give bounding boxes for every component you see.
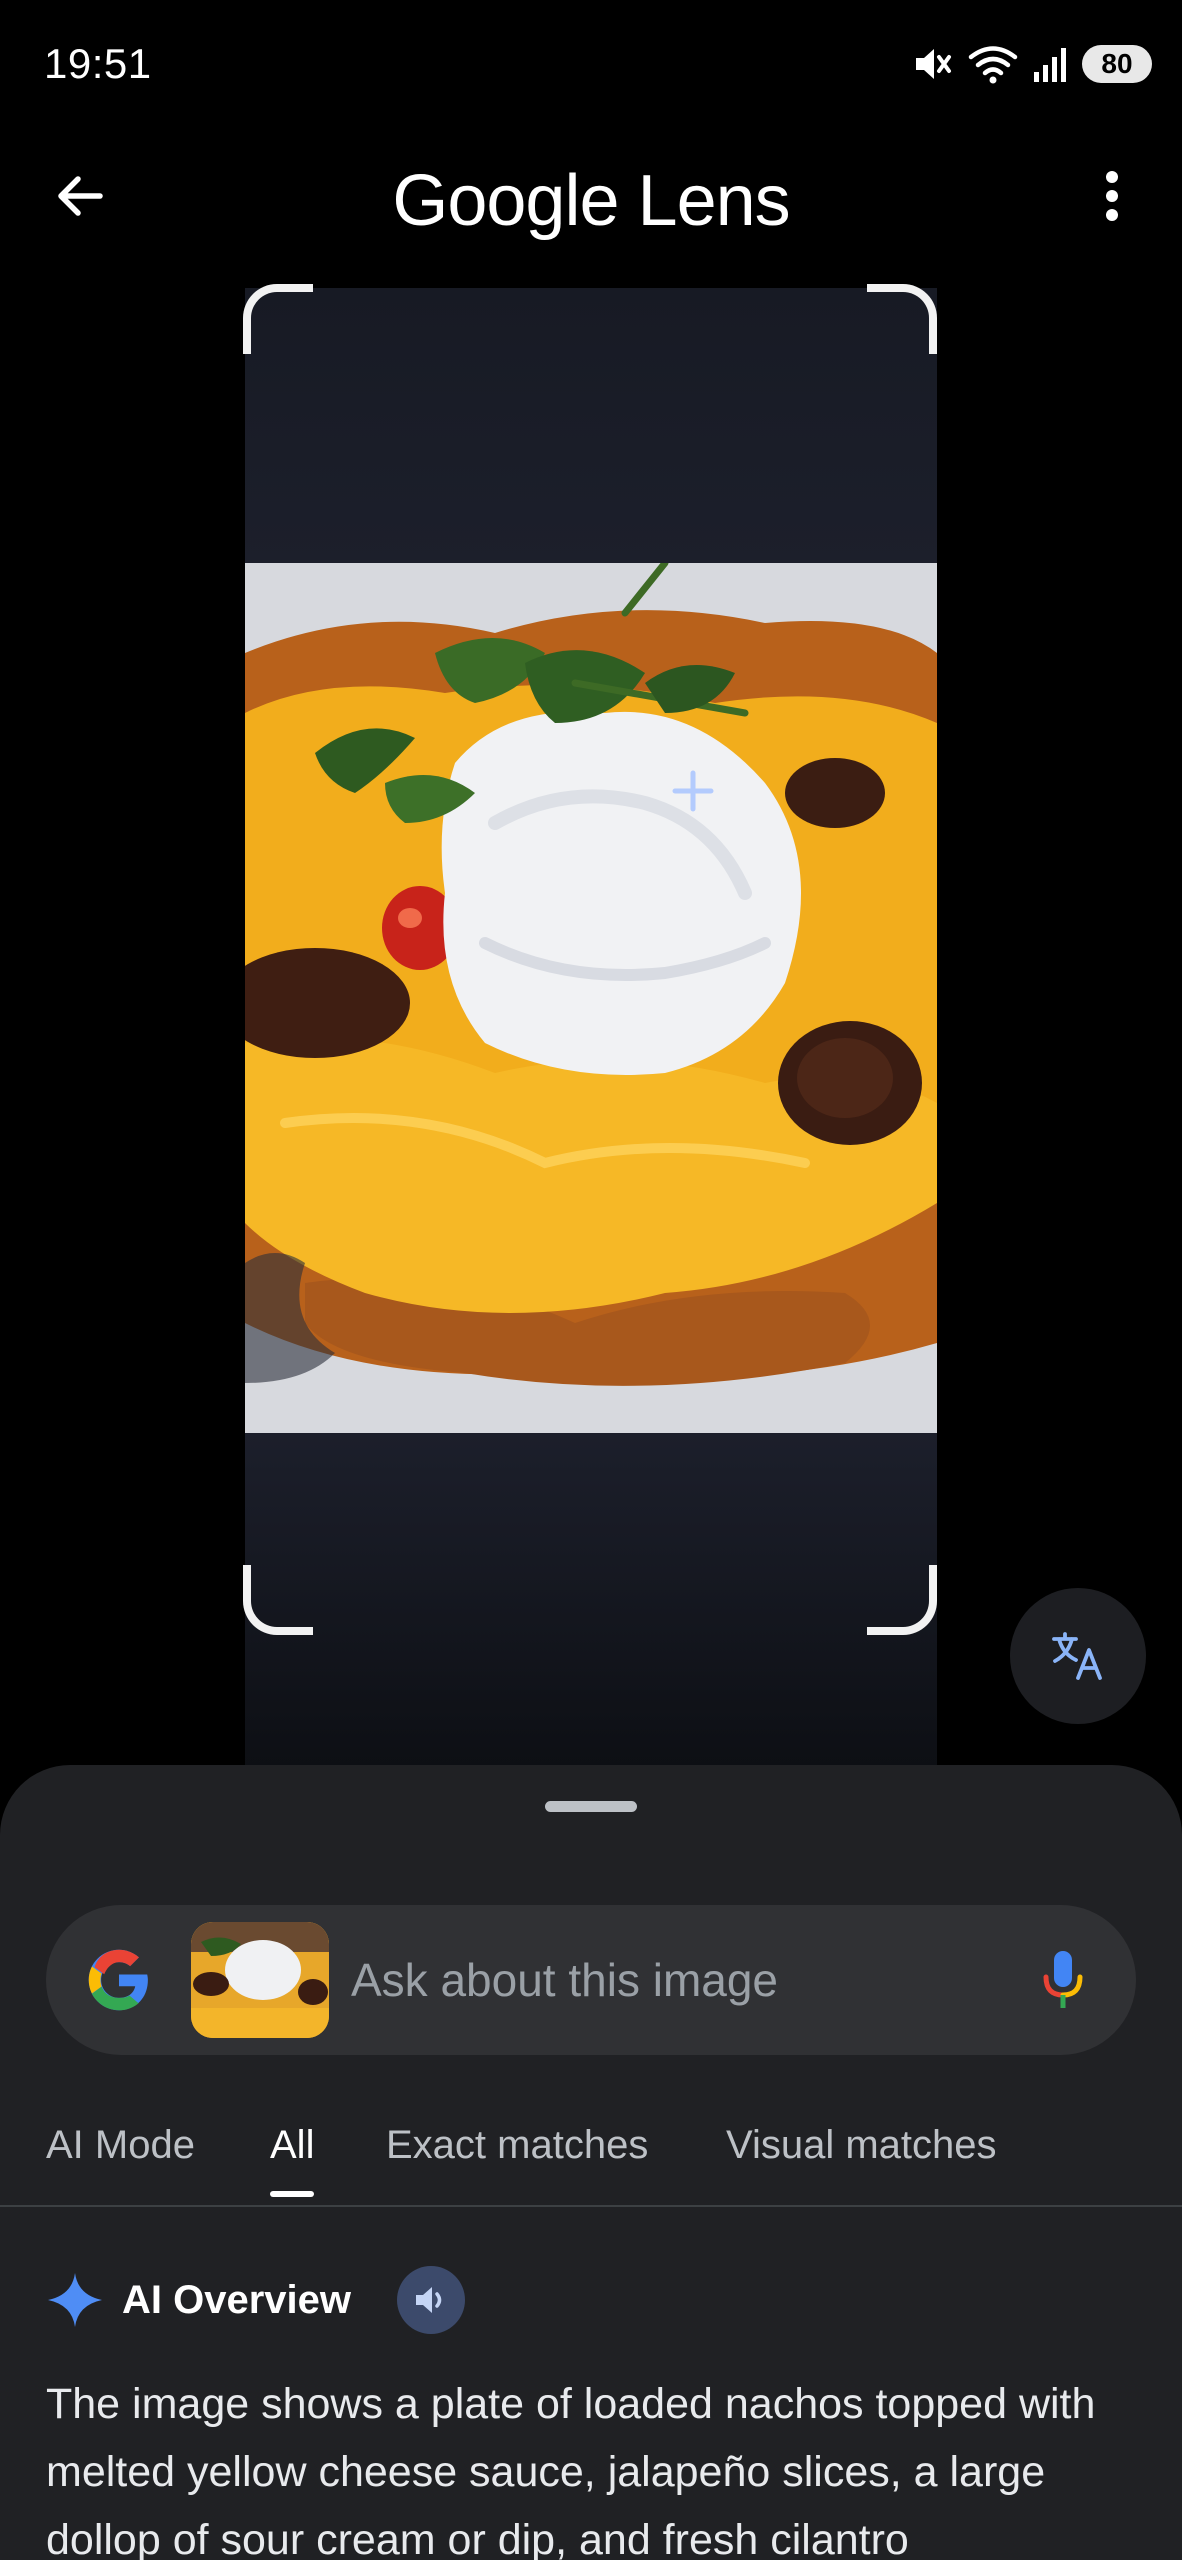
search-bar[interactable] <box>46 1905 1136 2055</box>
mute-icon <box>912 44 954 84</box>
captured-photo <box>245 563 937 1433</box>
app-title: Google Lens <box>392 161 790 241</box>
tab-label: All <box>270 2123 315 2167</box>
results-tabs: AI Mode All Exact matches Visual matches <box>0 2105 1182 2207</box>
crop-corner-bottom-right[interactable] <box>867 1565 937 1635</box>
results-sheet[interactable]: AI Mode All Exact matches Visual matches… <box>0 1765 1182 2560</box>
listen-button[interactable] <box>397 2266 466 2334</box>
crop-corner-top-left[interactable] <box>243 284 313 354</box>
tab-all[interactable]: All <box>270 2105 315 2205</box>
tab-label: Exact matches <box>386 2123 649 2167</box>
ai-overview-title: AI Overview <box>122 2277 352 2322</box>
sparkle-icon <box>48 2273 102 2327</box>
more-vert-icon <box>1106 171 1118 221</box>
wifi-icon <box>968 44 1018 84</box>
tab-ai-mode[interactable]: AI Mode <box>46 2105 195 2205</box>
lens-image-area[interactable] <box>245 288 937 1768</box>
active-tab-indicator <box>270 2191 315 2197</box>
background-top <box>245 288 937 563</box>
image-thumbnail[interactable] <box>191 1922 329 2038</box>
crop-corner-top-right[interactable] <box>867 284 937 354</box>
translate-icon <box>1052 1632 1102 1680</box>
background-bottom <box>245 1433 937 1768</box>
speaker-icon <box>416 2287 442 2313</box>
battery-icon: 80 <box>1082 45 1152 83</box>
crop-corner-bottom-left[interactable] <box>243 1565 313 1635</box>
signal-icon <box>1032 44 1068 84</box>
status-time: 19:51 <box>44 40 152 87</box>
tab-visual-matches[interactable]: Visual matches <box>726 2105 997 2205</box>
drag-handle[interactable] <box>545 1801 637 1812</box>
translate-button[interactable] <box>1010 1588 1146 1724</box>
tab-exact-matches[interactable]: Exact matches <box>386 2105 648 2205</box>
mic-icon <box>1043 1951 1083 2008</box>
tab-label: Visual matches <box>726 2123 997 2167</box>
mic-button[interactable] <box>1030 1947 1096 2013</box>
status-icons: 80 <box>912 42 1152 86</box>
search-input[interactable] <box>351 1905 1051 2055</box>
tab-label: AI Mode <box>46 2123 195 2167</box>
google-g-icon[interactable] <box>86 1947 152 2013</box>
ai-overview-text: The image shows a plate of loaded nachos… <box>46 2380 1096 2560</box>
ai-overview-header: AI Overview <box>46 2255 466 2345</box>
more-options-button[interactable] <box>1082 160 1142 232</box>
status-bar: 19:51 80 <box>0 0 1182 130</box>
